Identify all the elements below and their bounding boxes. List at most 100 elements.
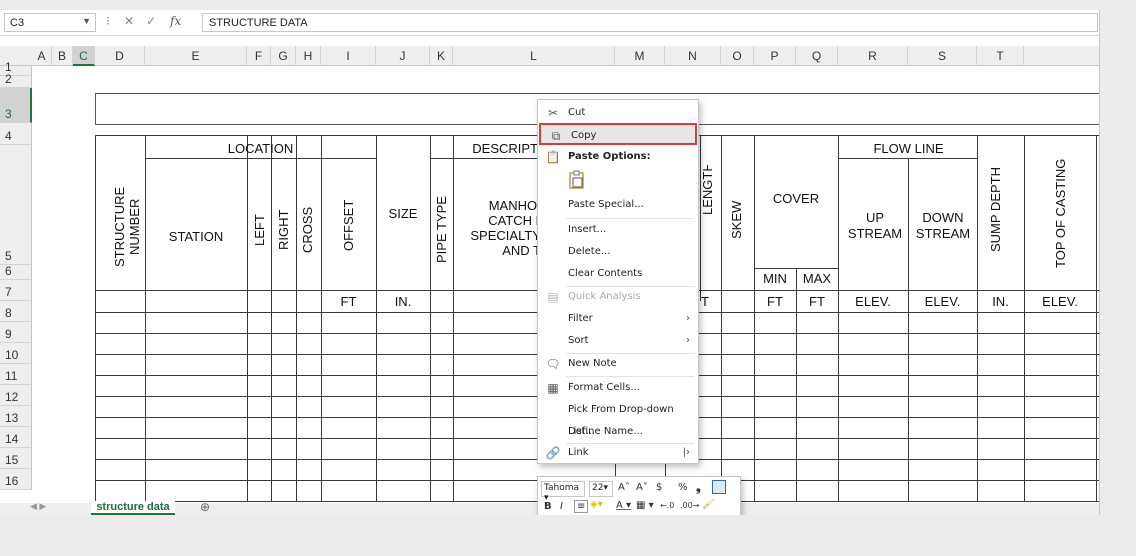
grow-font-button[interactable]: A˄	[618, 482, 630, 493]
menu-item-clear-contents[interactable]: Clear Contents	[538, 263, 698, 285]
column-header-s[interactable]: S	[908, 46, 977, 66]
increase-decimal-icon[interactable]: ←.0	[660, 501, 674, 510]
row-header-6[interactable]: 6	[0, 264, 32, 280]
menu-item-delete[interactable]: Delete...	[538, 241, 698, 263]
font-size-box[interactable]: 22▾	[589, 481, 613, 497]
paste-icon[interactable]	[568, 170, 586, 190]
row-header-3[interactable]: 3	[0, 88, 32, 123]
row-header-12[interactable]: 12	[0, 385, 32, 406]
menu-item-cut[interactable]: ✂ Cut	[538, 102, 698, 124]
link-icon: 🔗	[545, 446, 561, 460]
column-header-i[interactable]: I	[321, 46, 376, 66]
row-header-16[interactable]: 16	[0, 469, 32, 490]
column-header-k[interactable]: K	[430, 46, 453, 66]
chevron-down-icon[interactable]: ▼	[82, 16, 91, 26]
menu-item-insert[interactable]: Insert...	[538, 219, 698, 241]
excel-window: C3 ▼ ⁝ ✕ ✓ fx STRUCTURE DATA ABCDEFGHIJK…	[0, 10, 1100, 515]
row-header-15[interactable]: 15	[0, 448, 32, 469]
font-name-box[interactable]: Tahoma ▾	[541, 481, 585, 503]
down-unit: ELEV.	[924, 294, 961, 309]
currency-button[interactable]: $	[656, 482, 662, 493]
borders-grid-icon[interactable]	[712, 480, 726, 494]
chevron-right-icon: ›	[686, 313, 690, 324]
row-header-14[interactable]: 14	[0, 427, 32, 448]
add-sheet-icon[interactable]: ⊕	[200, 500, 210, 514]
menu-item-paste-options: 📋 Paste Options:	[538, 146, 698, 168]
up-stream-header: UP STREAM	[847, 210, 903, 241]
column-header-l[interactable]: L	[453, 46, 615, 66]
table-col-line	[1096, 135, 1097, 501]
size-unit: IN.	[394, 294, 412, 309]
sheet-tab-structure-data[interactable]: structure data	[91, 501, 175, 515]
menu-item-sort[interactable]: Sort ›	[538, 330, 698, 352]
formula-input[interactable]: STRUCTURE DATA	[202, 13, 1098, 32]
menu-item-paste-special[interactable]: Paste Special...	[538, 194, 698, 216]
shrink-font-button[interactable]: A˅	[636, 482, 648, 493]
left-header: LEFT	[252, 214, 267, 246]
enter-icon[interactable]: ✓	[146, 14, 156, 28]
row-header-2[interactable]: 2	[0, 72, 32, 88]
menu-item-pick-list[interactable]: Pick From Drop-down List...	[538, 399, 698, 437]
description-header: DESCRIPT	[472, 141, 538, 156]
menu-item-quick-analysis: ▤ Quick Analysis	[538, 286, 698, 308]
row-header-8[interactable]: 8	[0, 301, 32, 322]
clipboard-icon: 📋	[545, 150, 561, 164]
percent-button[interactable]: %	[678, 482, 688, 493]
column-header-j[interactable]: J	[376, 46, 430, 66]
column-header-r[interactable]: R	[838, 46, 908, 66]
station-header: STATION	[168, 229, 224, 244]
pipe-type-header: PIPE TYPE	[434, 196, 449, 264]
cross-header: CROSS	[300, 206, 315, 254]
column-header-m[interactable]: M	[615, 46, 665, 66]
comma-button[interactable]: ❟	[696, 480, 701, 495]
column-header-f[interactable]: F	[247, 46, 271, 66]
fill-color-icon[interactable]: ◈▾	[590, 499, 603, 510]
sump-unit: IN.	[992, 294, 1009, 309]
format-painter-icon[interactable]: 🖌	[702, 499, 715, 510]
chevron-right-icon: |›	[682, 447, 690, 458]
column-header-n[interactable]: N	[665, 46, 721, 66]
row-header-11[interactable]: 11	[0, 364, 32, 385]
row-header-7[interactable]: 7	[0, 280, 32, 301]
column-header-h[interactable]: H	[296, 46, 321, 66]
column-header-t[interactable]: T	[977, 46, 1024, 66]
row-header-5[interactable]: 5	[0, 145, 32, 265]
column-header-c[interactable]: C	[73, 46, 95, 66]
table-col-line	[247, 135, 248, 501]
menu-item-copy[interactable]: ⧉ Copy	[539, 123, 697, 145]
row-header-10[interactable]: 10	[0, 343, 32, 364]
italic-button[interactable]: I	[560, 501, 563, 512]
menu-item-new-note[interactable]: 🗨 New Note	[538, 353, 698, 375]
menu-item-define-name[interactable]: Define Name...	[538, 421, 698, 443]
menu-item-link[interactable]: 🔗 Link |›	[538, 442, 698, 464]
column-header-q[interactable]: Q	[796, 46, 838, 66]
column-header-d[interactable]: D	[95, 46, 145, 66]
row-header-4[interactable]: 4	[0, 123, 32, 145]
column-header-p[interactable]: P	[754, 46, 796, 66]
scroll-tabs-left-icon[interactable]: ◀ ▶	[30, 501, 46, 512]
row-header-13[interactable]: 13	[0, 406, 32, 427]
insert-function-icon[interactable]: fx	[170, 14, 181, 28]
align-center-icon[interactable]: ≡	[574, 500, 589, 513]
down-stream-header: DOWN STREAM	[915, 210, 971, 241]
column-header-b[interactable]: B	[52, 46, 73, 66]
name-box-value: C3	[10, 17, 25, 29]
cancel-icon[interactable]: ✕	[124, 14, 134, 28]
font-color-icon[interactable]: A ▾	[616, 500, 631, 511]
name-box[interactable]: C3 ▼	[4, 13, 96, 32]
column-header-a[interactable]: A	[32, 46, 52, 66]
menu-item-format-cells[interactable]: ▦ Format Cells...	[538, 377, 698, 399]
column-header-e[interactable]: E	[145, 46, 247, 66]
column-header-g[interactable]: G	[271, 46, 296, 66]
decrease-decimal-icon[interactable]: .00→	[680, 501, 699, 510]
length-unit: T	[701, 294, 709, 309]
bold-button[interactable]: B	[544, 501, 552, 512]
note-icon: 🗨	[545, 357, 561, 371]
up-unit: ELEV.	[855, 294, 891, 309]
column-header-o[interactable]: O	[721, 46, 754, 66]
table-col-line	[977, 135, 978, 501]
row-header-9[interactable]: 9	[0, 322, 32, 343]
table-col-line	[721, 135, 722, 501]
borders-icon[interactable]: ▦ ▾	[636, 500, 654, 511]
menu-item-filter[interactable]: Filter ›	[538, 308, 698, 330]
